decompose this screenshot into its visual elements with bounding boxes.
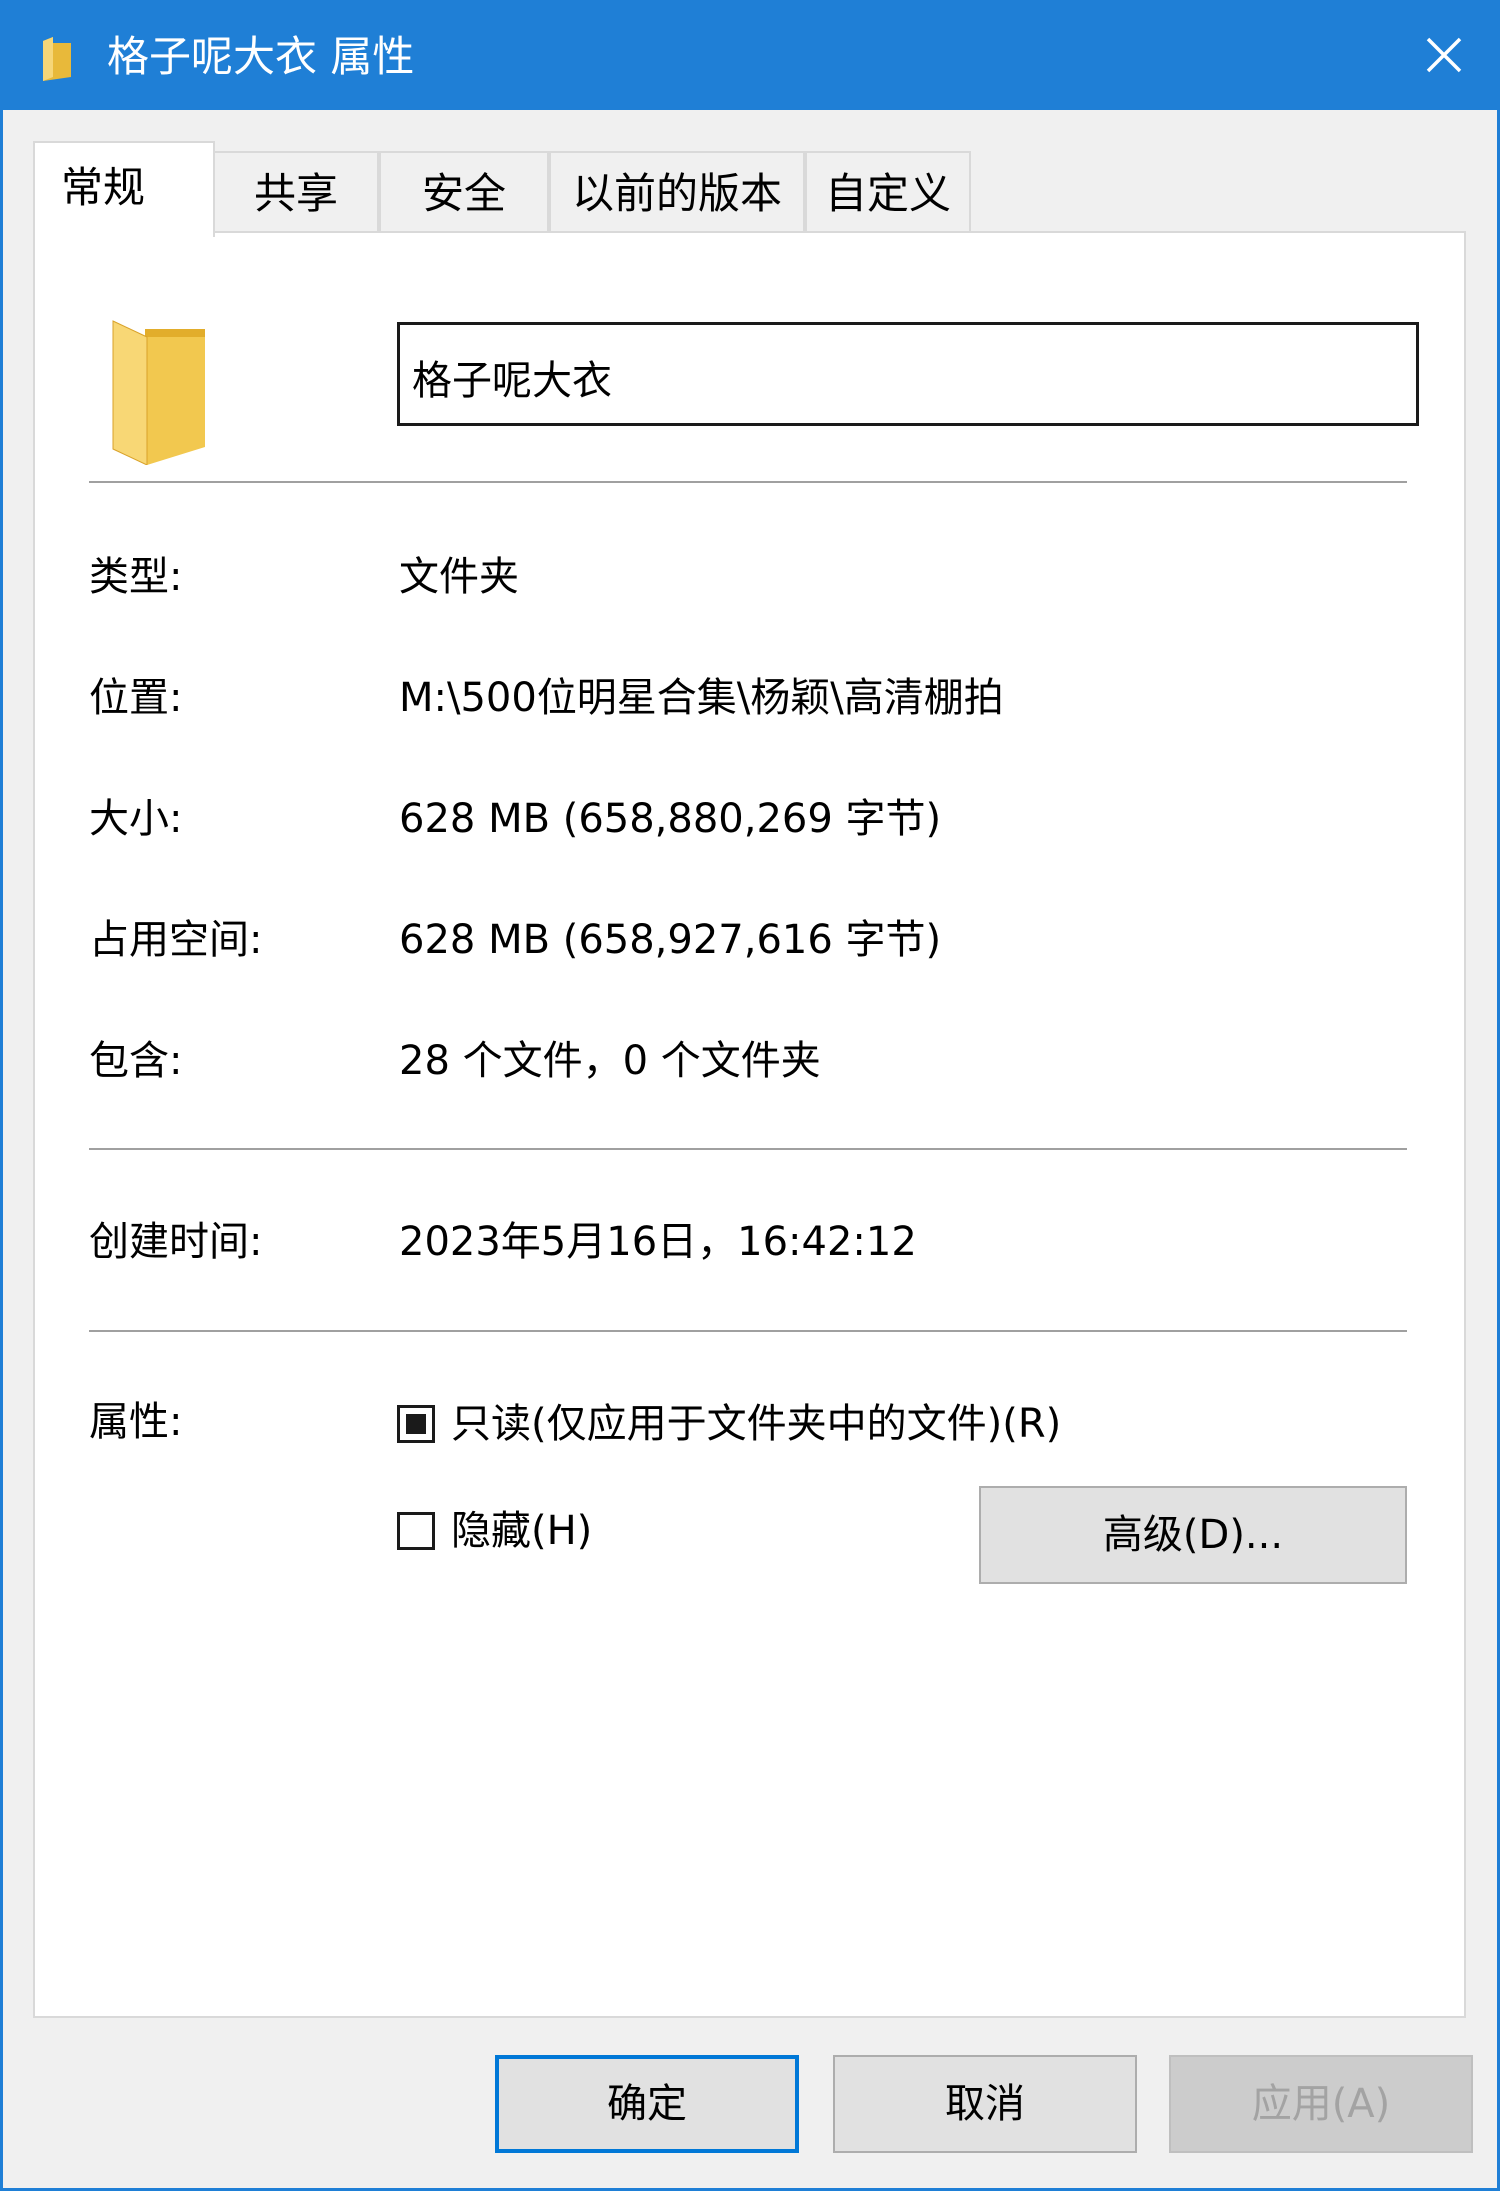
folder-icon — [41, 37, 75, 81]
size-value: 628 MB (658,880,269 字节) — [399, 796, 942, 842]
cancel-button[interactable]: 取消 — [833, 2055, 1137, 2153]
apply-button[interactable]: 应用(A) — [1169, 2055, 1473, 2153]
readonly-checkbox[interactable] — [397, 1405, 435, 1443]
size-label: 大小: — [89, 796, 183, 842]
title-bar[interactable]: 格子呢大衣 属性 — [3, 3, 1497, 110]
location-value: M:\500位明星合集\杨颖\高清棚拍 — [399, 675, 1004, 721]
tab-sharing[interactable]: 共享 — [213, 151, 379, 233]
properties-dialog: 格子呢大衣 属性 常规 共享 安全 以前的版本 自定义 类型: 文件夹 位置: — [0, 0, 1500, 2191]
size-on-disk-value: 628 MB (658,927,616 字节) — [399, 917, 942, 963]
contains-value: 28 个文件，0 个文件夹 — [399, 1038, 821, 1084]
location-label: 位置: — [89, 675, 183, 721]
ok-button[interactable]: 确定 — [495, 2055, 799, 2153]
folder-icon — [109, 315, 221, 466]
tab-general[interactable]: 常规 — [33, 141, 215, 237]
type-label: 类型: — [89, 554, 183, 600]
created-label: 创建时间: — [89, 1219, 263, 1265]
close-button[interactable] — [1391, 3, 1497, 110]
size-on-disk-label: 占用空间: — [89, 917, 263, 963]
divider — [89, 1148, 1407, 1150]
advanced-button[interactable]: 高级(D)... — [979, 1486, 1407, 1584]
hidden-checkbox-label[interactable]: 隐藏(H) — [451, 1503, 592, 1559]
tab-previous-versions[interactable]: 以前的版本 — [549, 151, 805, 233]
indeterminate-mark — [406, 1414, 426, 1434]
created-value: 2023年5月16日，16:42:12 — [399, 1219, 917, 1265]
folder-name-input[interactable] — [397, 322, 1419, 426]
close-icon — [1424, 35, 1464, 79]
hidden-checkbox[interactable] — [397, 1512, 435, 1550]
attributes-label: 属性: — [89, 1399, 183, 1445]
general-tab-panel: 类型: 文件夹 位置: M:\500位明星合集\杨颖\高清棚拍 大小: 628 … — [33, 231, 1466, 2018]
contains-label: 包含: — [89, 1038, 183, 1084]
readonly-checkbox-label[interactable]: 只读(仅应用于文件夹中的文件)(R) — [451, 1396, 1061, 1452]
type-value: 文件夹 — [399, 554, 519, 600]
divider — [89, 1330, 1407, 1332]
tab-security[interactable]: 安全 — [379, 151, 549, 233]
window-title: 格子呢大衣 属性 — [107, 32, 415, 81]
divider — [89, 481, 1407, 483]
tab-customize[interactable]: 自定义 — [805, 151, 971, 233]
